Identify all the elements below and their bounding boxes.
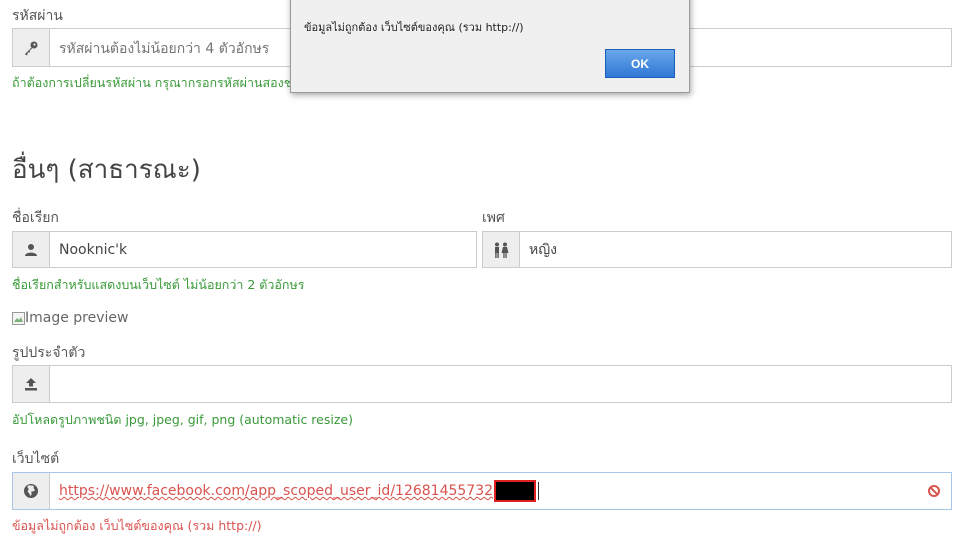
avatar-label: รูปประจำตัว [12,345,86,361]
ok-button[interactable]: OK [605,49,675,78]
website-error: ข้อมูลไม่ถูกต้อง เว็บไซต์ของคุณ (รวม htt… [12,518,262,533]
gender-label: เพศ [482,210,505,226]
image-preview-alt: Image preview [25,310,129,326]
gender-icon [483,232,520,267]
website-label: เว็บไซต์ [12,451,60,467]
globe-icon [13,473,50,509]
user-icon [13,232,50,267]
key-icon [13,29,50,66]
avatar-upload-group[interactable] [12,365,952,403]
error-icon [917,473,951,509]
alert-message: ข้อมูลไม่ถูกต้อง เว็บไซต์ของคุณ (รวม htt… [304,21,524,34]
upload-icon[interactable] [13,366,50,402]
section-title: อื่นๆ (สาธารณะ) [12,155,201,185]
website-url: https://www.facebook.com/app_scoped_user… [59,483,494,499]
website-input-group: https://www.facebook.com/app_scoped_user… [12,472,952,510]
password-label: รหัสผ่าน [12,8,63,24]
broken-image-icon [12,311,25,325]
alert-dialog: ข้อมูลไม่ถูกต้อง เว็บไซต์ของคุณ (รวม htt… [290,0,690,93]
gender-select[interactable]: หญิง [520,232,951,267]
avatar-help: อัปโหลดรูปภาพชนิด jpg, jpeg, gif, png (a… [12,412,353,427]
nickname-input-group: Nooknic'k [12,231,477,268]
website-input[interactable]: https://www.facebook.com/app_scoped_user… [50,473,917,509]
image-preview: Image preview [12,310,128,326]
avatar-file-input[interactable] [50,366,951,402]
text-cursor [538,482,540,500]
password-help: ถ้าต้องการเปลี่ยนรหัสผ่าน กรุณากรอกรหัสผ… [12,75,300,90]
nickname-label: ชื่อเรียก [12,210,59,226]
nickname-help: ชื่อเรียกสำหรับแสดงบนเว็บไซต์ ไม่น้อยกว่… [12,277,305,292]
gender-input-group: หญิง [482,231,952,268]
redacted-block [494,480,537,502]
nickname-input[interactable]: Nooknic'k [50,232,476,267]
